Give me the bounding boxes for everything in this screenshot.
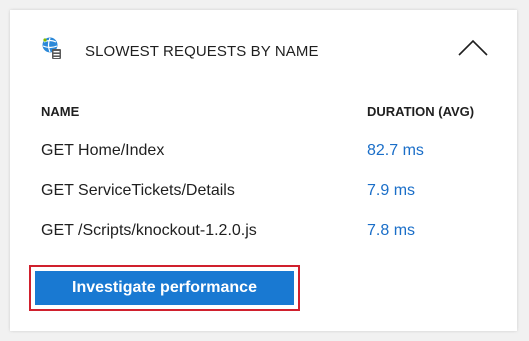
chevron-up-icon[interactable] xyxy=(456,38,490,58)
column-header-name: NAME xyxy=(41,104,80,119)
column-header-duration: DURATION (AVG) xyxy=(367,104,475,119)
card-header: SLOWEST REQUESTS BY NAME xyxy=(10,10,517,80)
duration-link[interactable]: 82.7 ms xyxy=(367,142,424,160)
table-row: GET Home/Index 82.7 ms xyxy=(10,142,517,182)
slowest-requests-card: SLOWEST REQUESTS BY NAME NAME DURATION (… xyxy=(10,10,517,331)
request-name: GET /Scripts/knockout-1.2.0.js xyxy=(41,222,257,239)
card-title: SLOWEST REQUESTS BY NAME xyxy=(85,43,319,60)
duration-link[interactable]: 7.8 ms xyxy=(367,222,415,240)
app-insights-globe-icon xyxy=(41,36,63,60)
request-name: GET ServiceTickets/Details xyxy=(41,182,235,199)
duration-link[interactable]: 7.9 ms xyxy=(367,182,415,200)
table-row: GET ServiceTickets/Details 7.9 ms xyxy=(10,182,517,222)
request-name: GET Home/Index xyxy=(41,142,165,159)
table-row: GET /Scripts/knockout-1.2.0.js 7.8 ms xyxy=(10,222,517,262)
investigate-performance-button[interactable]: Investigate performance xyxy=(35,271,294,305)
